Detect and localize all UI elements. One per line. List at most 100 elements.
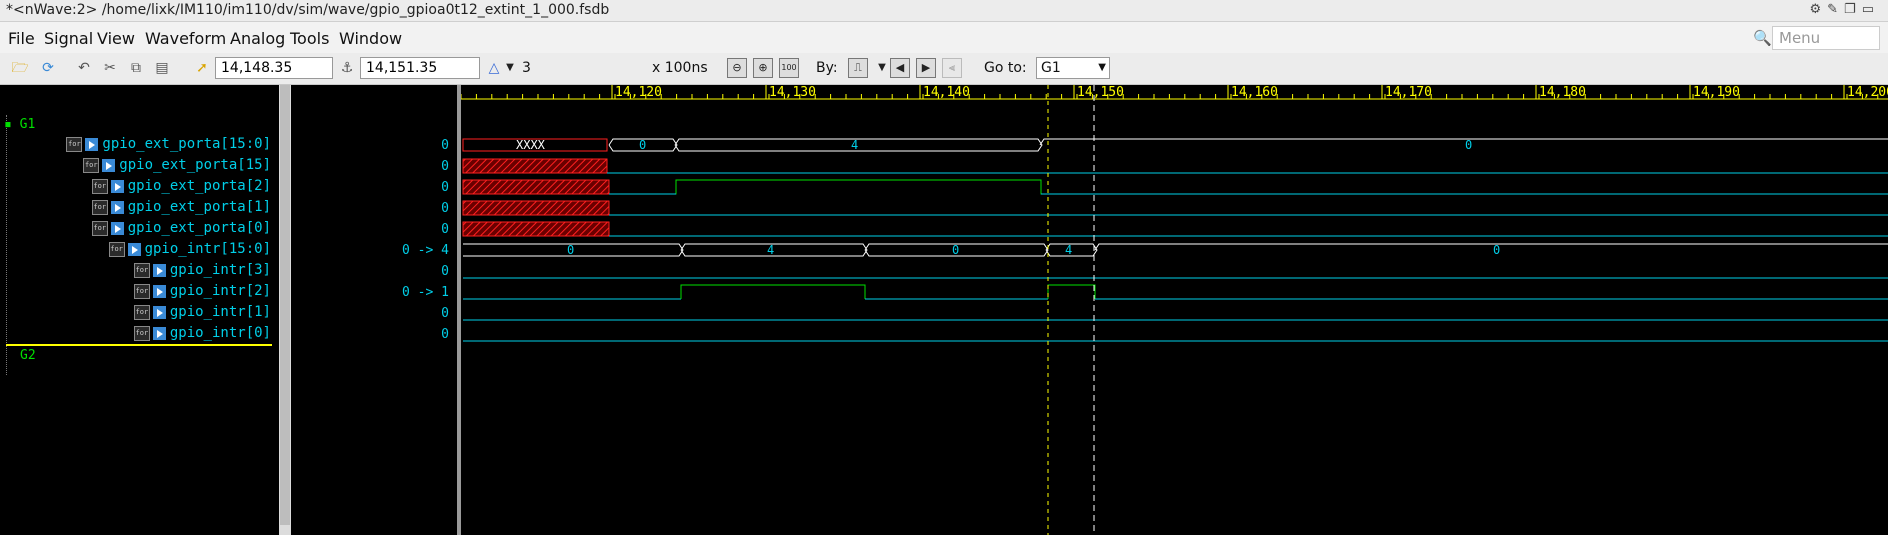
restore-icon[interactable]: ❐ <box>1844 2 1862 17</box>
tree-line <box>6 115 7 375</box>
ruler-label: 14,120 <box>615 85 662 100</box>
signal-value: 0 -> 1 <box>402 285 449 300</box>
bus-segment <box>1039 138 1888 146</box>
copy-icon[interactable]: ⧉ <box>126 58 146 78</box>
menu-search-placeholder: Menu <box>1779 29 1821 47</box>
window-controls: ⚙✎❐▭ <box>1809 2 1880 17</box>
signal-value: 0 <box>441 264 449 279</box>
paste-icon[interactable]: ▤ <box>152 58 172 78</box>
bus-value: 4 <box>1065 243 1072 257</box>
menu-bar: File Signal View Waveform Analog Tools W… <box>0 22 1888 53</box>
menu-analog[interactable]: Analog <box>230 29 285 48</box>
next-icon[interactable]: ▶ <box>916 58 936 78</box>
time-ruler[interactable]: 14,120 14,130 14,140 14,150 14,160 14,17… <box>461 85 1888 100</box>
signal-value: 0 <box>441 327 449 342</box>
bus-value: XXXX <box>516 138 546 152</box>
cut-icon[interactable]: ✂ <box>100 58 120 78</box>
signal-value: 0 <box>441 306 449 321</box>
edge-icon[interactable]: ⎍ <box>848 58 868 78</box>
signal-value: 0 <box>441 159 449 174</box>
signal-name: gpio_ext_porta[0] <box>127 220 271 236</box>
reload-icon[interactable]: ⟳ <box>38 58 58 78</box>
signal-row[interactable]: for gpio_ext_porta[1] <box>91 199 271 219</box>
unknown-region <box>462 200 610 216</box>
goto-label: Go to: <box>984 60 1027 76</box>
prev-icon[interactable]: ◀ <box>890 58 910 78</box>
bus-value: 4 <box>767 243 774 257</box>
value-pane: 0 0 0 0 0 0 -> 4 0 0 -> 1 0 0 <box>294 85 457 535</box>
input-port-icon <box>110 179 124 193</box>
chevron-down-icon: ▼ <box>1098 62 1106 73</box>
group-g2[interactable]: G2 <box>20 348 36 363</box>
bus-value: 0 <box>567 243 574 257</box>
undo-icon[interactable]: ↶ <box>74 58 94 78</box>
menu-window[interactable]: Window <box>339 29 402 48</box>
wave-gpio-ext-porta-1[interactable] <box>462 200 1888 216</box>
waveform-pane[interactable]: 14,120 14,130 14,140 14,150 14,160 14,17… <box>461 85 1888 535</box>
format-icon: for <box>83 157 100 173</box>
wave-gpio-ext-porta-2[interactable] <box>462 179 1888 195</box>
search-icon: 🔍 <box>1753 29 1772 47</box>
open-folder-icon[interactable]: 🗁 <box>10 58 30 78</box>
name-pane-scrollbar[interactable] <box>279 85 291 535</box>
menu-signal[interactable]: Signal <box>44 29 93 48</box>
ruler-label: 14,130 <box>769 85 816 100</box>
signal-value: 0 <box>441 222 449 237</box>
signal-value: 0 <box>441 180 449 195</box>
minimize-icon[interactable]: ▭ <box>1862 2 1880 17</box>
menu-tools[interactable]: Tools <box>290 29 329 48</box>
bus-value: 0 <box>1465 138 1472 152</box>
format-icon: for <box>108 241 125 257</box>
bus-segment <box>674 138 1043 152</box>
unknown-region <box>462 158 608 174</box>
time-unit-label: x 100ns <box>652 60 708 76</box>
signal-row[interactable]: for gpio_intr[1] <box>133 304 271 324</box>
digital-wave <box>609 179 1888 195</box>
signal-row[interactable]: for gpio_ext_porta[0] <box>91 220 271 240</box>
zoom-out-icon[interactable]: ⊖ <box>727 58 747 78</box>
group-g1[interactable]: ▪ G1 <box>4 117 35 132</box>
edge-dropdown-icon[interactable]: ▼ <box>872 58 892 78</box>
format-icon: for <box>133 304 150 320</box>
format-icon: for <box>66 136 83 152</box>
signal-row[interactable]: for gpio_intr[15:0] <box>108 241 271 261</box>
selection-line <box>6 344 272 346</box>
signal-name: gpio_intr[1] <box>169 304 271 320</box>
input-port-icon <box>102 158 116 172</box>
nwave-window: *<nWave:2> /home/lixk/IM110/im110/dv/sim… <box>0 0 1888 535</box>
signal-row[interactable]: for gpio_intr[0] <box>133 325 271 345</box>
waveform-canvas[interactable]: 14,120 14,130 14,140 14,150 14,160 14,17… <box>461 85 1888 535</box>
wave-gpio-ext-porta-15[interactable] <box>462 158 1888 174</box>
signal-row[interactable]: for gpio_intr[2] <box>133 283 271 303</box>
menu-waveform[interactable]: Waveform <box>145 29 226 48</box>
marker-icon[interactable]: ⚓ <box>337 58 357 78</box>
pointer-icon[interactable]: ➚ <box>192 58 212 78</box>
wave-gpio-intr-bus[interactable]: 0 4 0 4 0 <box>463 243 1888 257</box>
signal-value: 0 -> 4 <box>402 243 449 258</box>
signal-row[interactable]: for gpio_ext_porta[2] <box>91 178 271 198</box>
wave-gpio-ext-porta-bus[interactable]: XXXX 0 4 0 <box>462 138 1888 152</box>
output-port-icon <box>152 263 166 277</box>
settings-icon[interactable]: ⚙ <box>1809 2 1827 17</box>
signal-row[interactable]: for gpio_intr[3] <box>133 262 271 282</box>
cursor-time-field[interactable] <box>215 57 333 79</box>
menu-search[interactable]: 🔍 Menu <box>1753 26 1880 50</box>
marker-time-field[interactable] <box>360 57 480 79</box>
format-icon: for <box>91 220 108 236</box>
wave-gpio-intr-2[interactable] <box>463 284 1888 300</box>
bus-value: 0 <box>1493 243 1500 257</box>
menu-view[interactable]: View <box>97 29 135 48</box>
menu-file[interactable]: File <box>8 29 35 48</box>
signal-row[interactable]: for gpio_ext_porta[15] <box>83 157 271 177</box>
signal-name: gpio_ext_porta[1] <box>127 199 271 215</box>
wave-gpio-ext-porta-0[interactable] <box>462 221 1888 237</box>
delta-dropdown-icon[interactable]: ▼ <box>500 58 520 78</box>
zoom-in-icon[interactable]: ⊕ <box>753 58 773 78</box>
zoom-fit-icon[interactable]: 100 <box>779 58 799 78</box>
pin-icon[interactable]: ✎ <box>1827 2 1844 17</box>
signal-row[interactable]: for gpio_ext_porta[15:0] <box>66 136 271 156</box>
signal-name: gpio_intr[2] <box>169 283 271 299</box>
scrollbar-thumb[interactable] <box>280 85 290 525</box>
back-disabled-icon[interactable]: ⫷ <box>942 58 962 78</box>
goto-select[interactable]: G1 ▼ <box>1036 57 1110 79</box>
